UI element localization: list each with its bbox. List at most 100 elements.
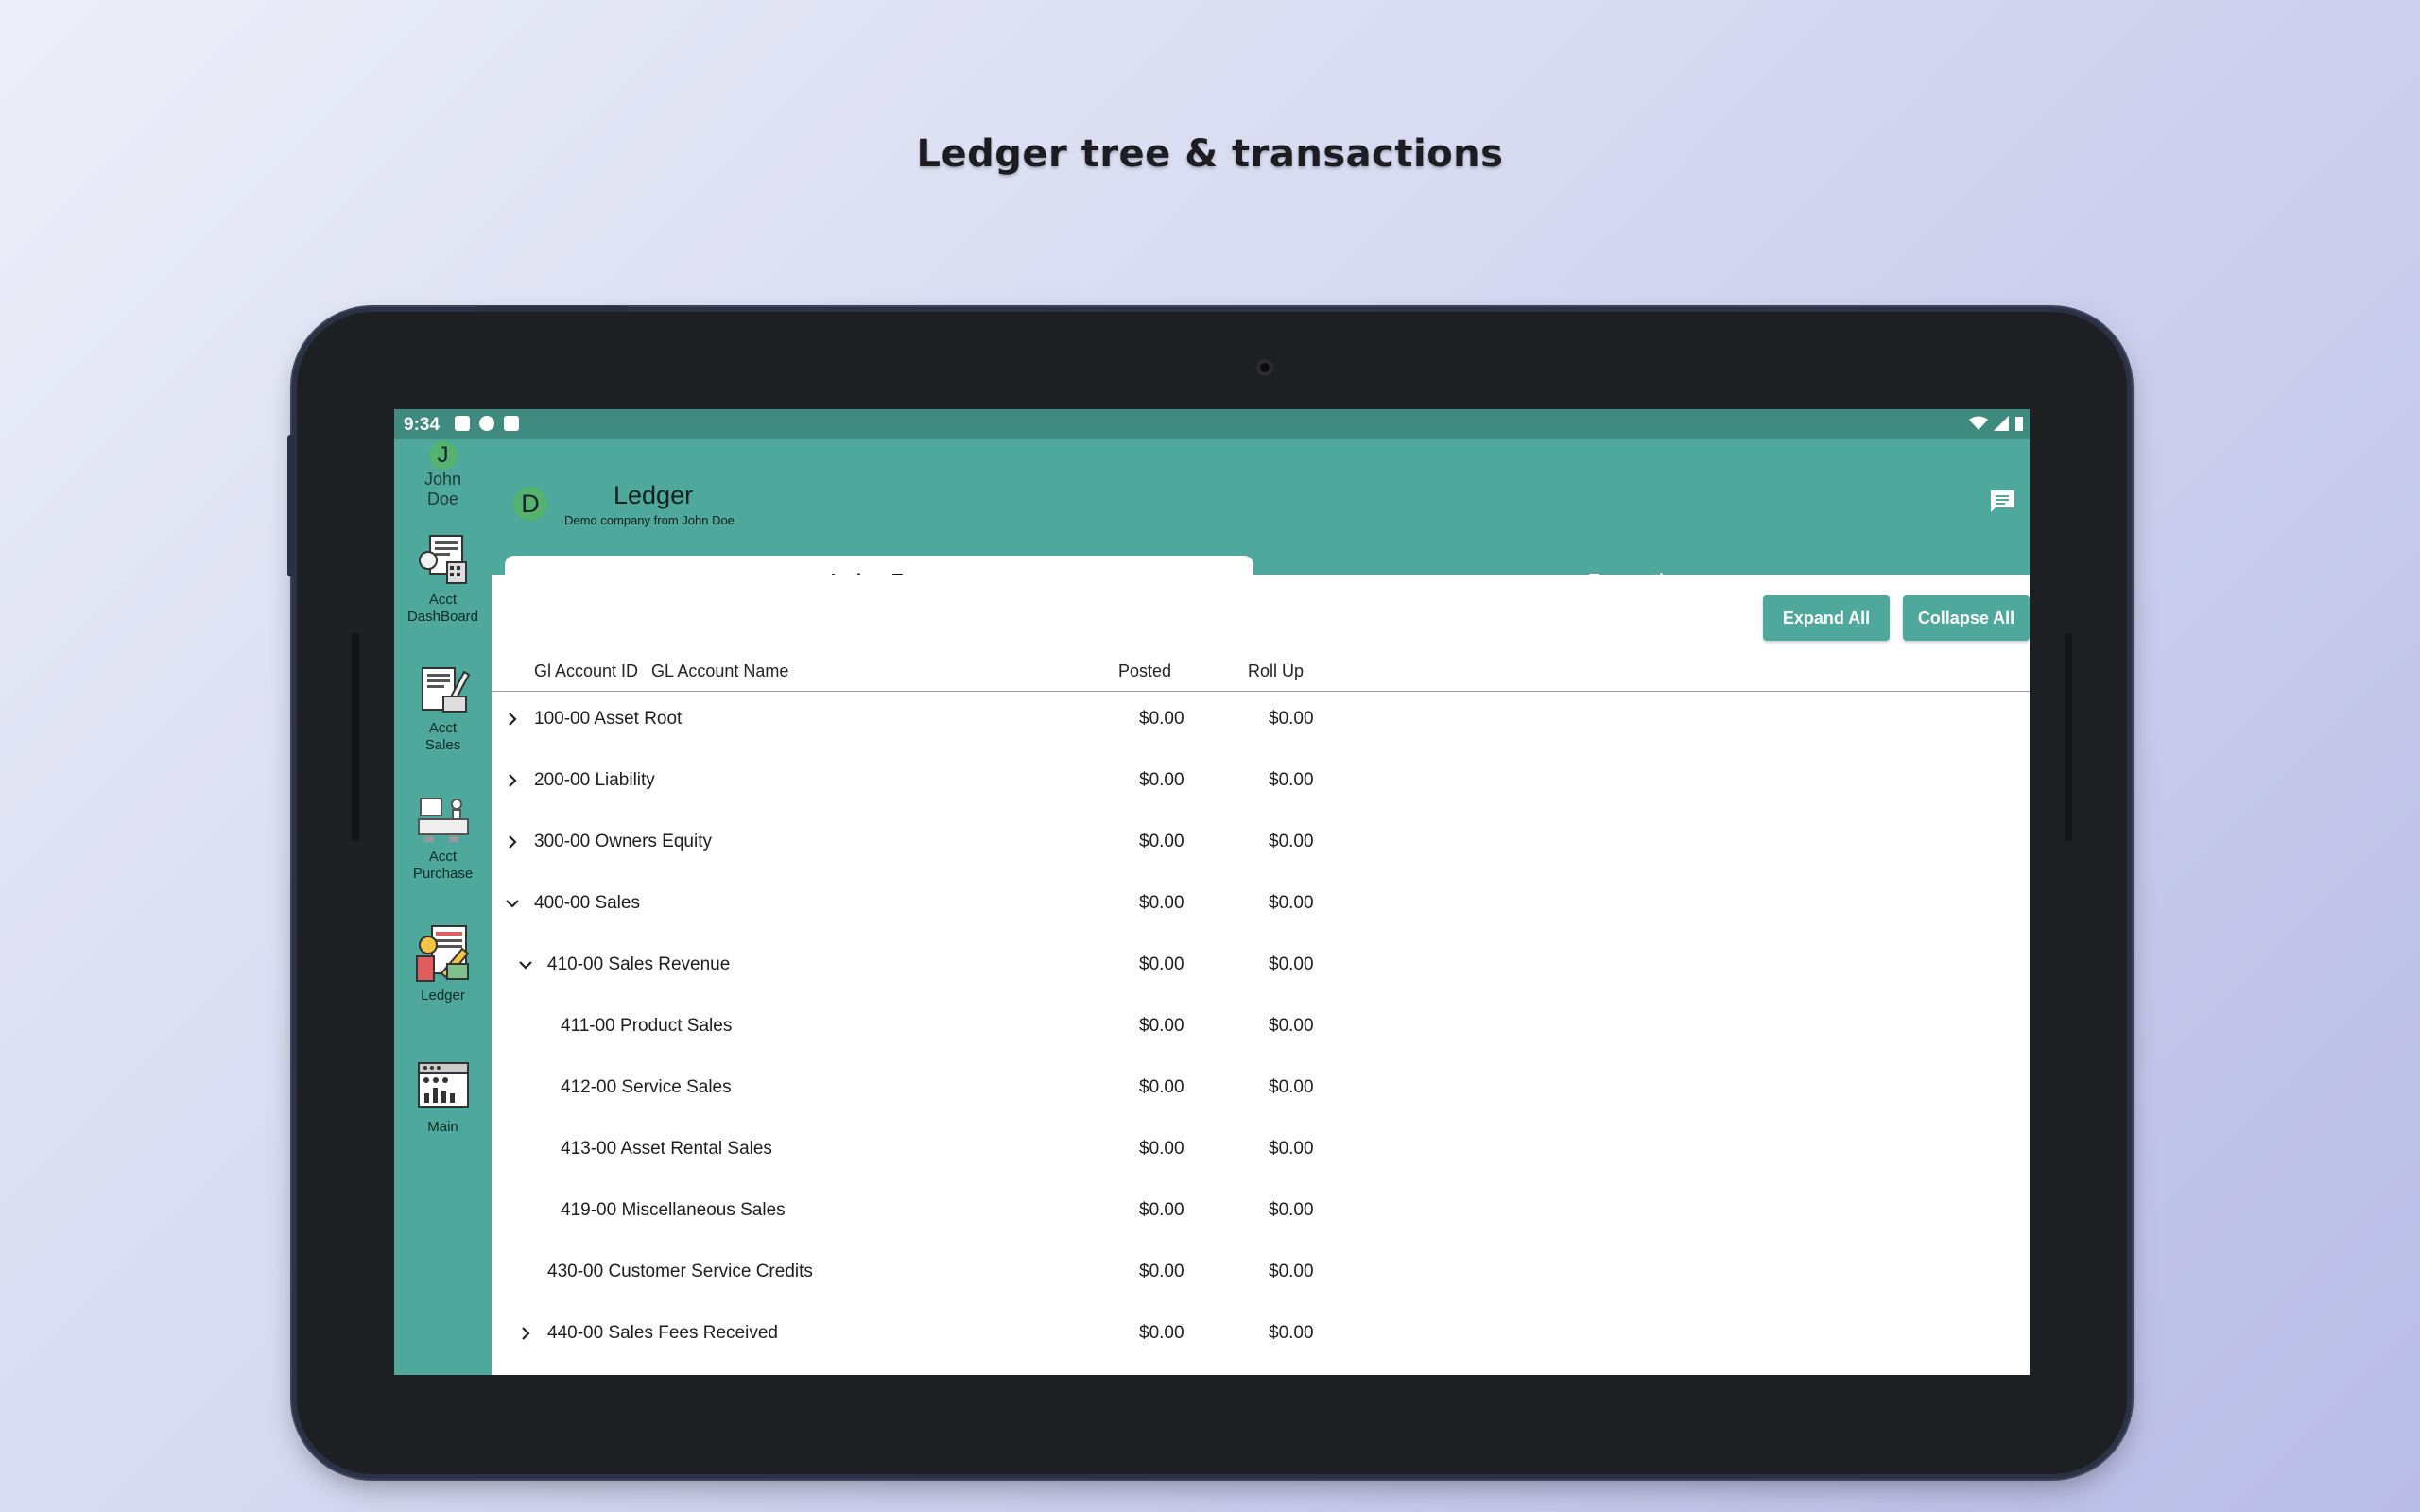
company-avatar[interactable]: D (513, 487, 547, 521)
user-last-name: Doe (426, 490, 459, 508)
dashboard-icon (418, 535, 467, 584)
purchase-icon (417, 798, 469, 842)
tree-row[interactable]: 419-00 Miscellaneous Sales $0.00 $0.00 (492, 1180, 2030, 1242)
user-first-name: John (424, 470, 462, 489)
account-label: 200-00 Liability (534, 770, 655, 790)
rail-label: DashBoard (406, 609, 479, 625)
notification-icons (455, 416, 519, 431)
account-label: 411-00 Product Sales (561, 1016, 733, 1036)
rollup-amount: $0.00 (1269, 1016, 1314, 1036)
tree-row[interactable]: 100-00 Asset Root $0.00 $0.00 (492, 689, 2030, 750)
notification-a-icon (455, 416, 470, 431)
account-label: 419-00 Miscellaneous Sales (561, 1200, 786, 1220)
rollup-amount: $0.00 (1269, 832, 1314, 851)
rollup-amount: $0.00 (1269, 893, 1314, 913)
ledger-icon (415, 925, 469, 982)
page-headline: Ledger tree & transactions (916, 132, 1504, 176)
account-label: 413-00 Asset Rental Sales (561, 1139, 772, 1159)
page-title: Ledger (614, 481, 694, 509)
posted-amount: $0.00 (1139, 709, 1184, 729)
nav-rail: J John Doe Acct DashBoard Acct Sales Acc… (394, 439, 492, 1375)
speaker-right (2065, 633, 2072, 841)
signal-icon (1994, 416, 2009, 431)
tree-row[interactable]: 440-00 Sales Fees Received $0.00 $0.00 (492, 1303, 2030, 1365)
tree-row[interactable]: 413-00 Asset Rental Sales $0.00 $0.00 (492, 1119, 2030, 1180)
rollup-amount: $0.00 (1269, 1323, 1314, 1343)
account-label: 412-00 Service Sales (561, 1077, 732, 1097)
sales-icon (421, 667, 470, 713)
header-gl-account-id: Gl Account ID (534, 662, 639, 680)
chevron-right-icon[interactable] (516, 1324, 535, 1343)
rail-label: Acct (428, 849, 458, 865)
account-label: 300-00 Owners Equity (534, 832, 712, 851)
rollup-amount: $0.00 (1269, 1262, 1314, 1281)
ledger-tree-panel: Expand All Collapse All Gl Account ID GL… (492, 575, 2030, 1375)
posted-amount: $0.00 (1139, 1262, 1184, 1281)
status-bar: 9:34 (394, 409, 2030, 439)
posted-amount: $0.00 (1139, 893, 1184, 913)
expand-all-button[interactable]: Expand All (1763, 595, 1890, 641)
posted-amount: $0.00 (1139, 1200, 1184, 1220)
rollup-amount: $0.00 (1269, 954, 1314, 974)
volume-button (287, 435, 295, 576)
header-roll-up: Roll Up (1248, 662, 1305, 680)
account-label: 410-00 Sales Revenue (547, 954, 731, 974)
sd-card-icon (504, 416, 519, 431)
chat-icon[interactable] (1988, 489, 2016, 515)
rail-label: Acct (428, 720, 458, 736)
user-avatar[interactable]: J (428, 441, 458, 470)
posted-amount: $0.00 (1139, 1323, 1184, 1343)
tree-row[interactable]: 412-00 Service Sales $0.00 $0.00 (492, 1057, 2030, 1119)
main-icon (417, 1062, 469, 1108)
battery-icon (2015, 417, 2023, 431)
chevron-right-icon[interactable] (503, 833, 522, 851)
tree-row[interactable]: 400-00 Sales $0.00 $0.00 (492, 873, 2030, 935)
rollup-amount: $0.00 (1269, 1077, 1314, 1097)
camera-icon (1256, 359, 1273, 376)
company-subtitle: Demo company from John Doe (564, 513, 735, 527)
system-icons (1969, 416, 2024, 431)
rollup-amount: $0.00 (1269, 1200, 1314, 1220)
rail-label: Purchase (412, 866, 474, 882)
posted-amount: $0.00 (1139, 954, 1184, 974)
rail-item-acct-purchase[interactable]: Acct Purchase (394, 791, 492, 883)
chevron-down-icon[interactable] (516, 955, 535, 974)
tree-row[interactable]: 410-00 Sales Revenue $0.00 $0.00 (492, 935, 2030, 996)
speaker-left (352, 633, 359, 841)
rail-label: Ledger (421, 988, 465, 1004)
header-gl-account-name: GL Account Name (651, 662, 789, 680)
chevron-down-icon[interactable] (503, 894, 522, 913)
posted-amount: $0.00 (1139, 770, 1184, 790)
rail-item-acct-dashboard[interactable]: Acct DashBoard (394, 534, 492, 626)
chevron-right-icon[interactable] (503, 710, 522, 729)
header-posted: Posted (1118, 662, 1172, 680)
posted-amount: $0.00 (1139, 832, 1184, 851)
rail-item-acct-sales[interactable]: Acct Sales (394, 662, 492, 754)
collapse-all-button[interactable]: Collapse All (1903, 595, 2030, 641)
wifi-icon (1969, 416, 1988, 430)
rollup-amount: $0.00 (1269, 709, 1314, 729)
rollup-amount: $0.00 (1269, 770, 1314, 790)
account-label: 440-00 Sales Fees Received (547, 1323, 778, 1343)
status-time: 9:34 (404, 415, 441, 435)
account-label: 100-00 Asset Root (534, 709, 683, 729)
tree-row[interactable]: 430-00 Customer Service Credits $0.00 $0.0… (492, 1242, 2030, 1303)
posted-amount: $0.00 (1139, 1077, 1184, 1097)
rail-item-ledger[interactable]: Ledger (394, 924, 492, 1005)
tree-row[interactable]: 200-00 Liability $0.00 $0.00 (492, 750, 2030, 812)
chevron-right-icon[interactable] (503, 771, 522, 790)
rail-label: Sales (424, 737, 461, 753)
user-profile[interactable]: J John Doe (394, 439, 492, 509)
rail-label: Acct (428, 592, 458, 608)
account-label: 400-00 Sales (534, 893, 640, 913)
tree-row[interactable]: 300-00 Owners Equity $0.00 $0.00 (492, 812, 2030, 873)
notification-p-icon (479, 416, 494, 431)
power-button (476, 306, 628, 312)
rollup-amount: $0.00 (1269, 1139, 1314, 1159)
app-screen: 9:34 D Ledger Demo company from John Doe… (394, 409, 2030, 1375)
rail-label: Main (427, 1119, 458, 1135)
posted-amount: $0.00 (1139, 1139, 1184, 1159)
tree-row[interactable]: 411-00 Product Sales $0.00 $0.00 (492, 996, 2030, 1057)
posted-amount: $0.00 (1139, 1016, 1184, 1036)
rail-item-main[interactable]: Main (394, 1061, 492, 1136)
